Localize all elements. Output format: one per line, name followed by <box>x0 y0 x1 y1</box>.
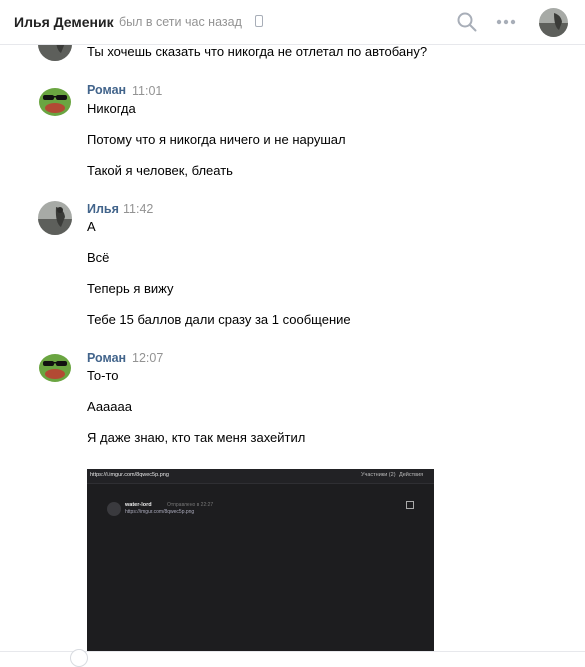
author-name[interactable]: Илья <box>87 202 119 216</box>
attachment-link: https://imgur.com/8qwec5p.png <box>125 509 195 515</box>
online-status: был в сети час назад <box>119 15 242 29</box>
message-text: Такой я человек, блеать <box>87 163 233 178</box>
message-text: Потому что я никогда ничего и не нарушал <box>87 132 346 147</box>
author-name[interactable]: Роман <box>87 351 126 365</box>
message-text: Всё <box>87 250 110 265</box>
message-text: Тебе 15 баллов дали сразу за 1 сообщение <box>87 312 351 327</box>
attached-image[interactable]: https://i.imgur.com/8qwec5p.png Участник… <box>87 469 434 656</box>
message-text: То-то <box>87 368 119 383</box>
message-text: Аааааа <box>87 399 132 414</box>
avatar[interactable] <box>38 84 72 118</box>
author-name[interactable]: Роман <box>87 83 126 97</box>
attach-icon[interactable] <box>70 649 88 667</box>
attachment-url: https://i.imgur.com/8qwec5p.png <box>90 472 169 478</box>
more-icon[interactable] <box>495 13 517 31</box>
avatar[interactable] <box>539 8 568 37</box>
chat-header: Илья Деменик был в сети час назад <box>0 0 585 45</box>
mobile-icon <box>255 15 263 27</box>
message-time[interactable]: 11:01 <box>132 84 162 98</box>
attachment-topbar: https://i.imgur.com/8qwec5p.png Участник… <box>87 469 434 484</box>
message-text: Никогда <box>87 101 136 116</box>
avatar[interactable] <box>38 201 72 235</box>
search-icon[interactable] <box>457 12 477 32</box>
attachment-avatar <box>107 502 121 516</box>
chat-title[interactable]: Илья Деменик <box>14 14 114 30</box>
attachment-actions: Действия <box>399 472 424 478</box>
message-text: Ты хочешь сказать что никогда не отлетал… <box>87 44 428 59</box>
copy-icon <box>406 501 414 509</box>
attachment-members: Участники (2) <box>361 472 396 478</box>
message-time[interactable]: 12:07 <box>132 351 163 365</box>
message-feed: Ты хочешь сказать что никогда не отлетал… <box>0 0 585 656</box>
message-text: Теперь я вижу <box>87 281 174 296</box>
attachment-user: water-lord <box>125 502 152 508</box>
message-text: А <box>87 219 96 234</box>
message-time[interactable]: 11:42 <box>123 202 153 216</box>
message-text: Я даже знаю, кто так меня захейтил <box>87 430 306 445</box>
attachment-timestamp: Отправлено в 22:27 <box>167 502 214 508</box>
avatar[interactable] <box>38 350 72 384</box>
